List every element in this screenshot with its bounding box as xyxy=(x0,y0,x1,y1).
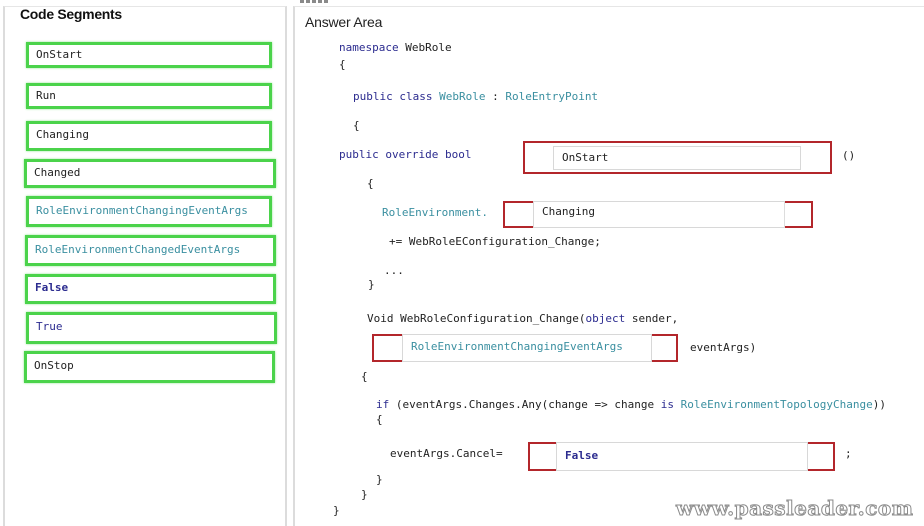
code-brace: { xyxy=(367,177,374,190)
code-ellipsis: ... xyxy=(384,264,404,277)
base-class-name: RoleEntryPoint xyxy=(505,90,599,103)
keyword-is: is xyxy=(660,398,675,411)
code-brace: } xyxy=(361,488,368,501)
code-line-method-signature: Void WebRoleConfiguration_Change(object … xyxy=(367,312,678,326)
keyword-public-override-bool: public override bool xyxy=(339,148,472,161)
param-sender: sender, xyxy=(625,312,679,325)
answer-area-title: Answer Area xyxy=(305,14,383,30)
segment-role-environment-changing-event-args[interactable]: RoleEnvironmentChangingEventArgs xyxy=(26,196,272,227)
code-line-class: public class WebRole : RoleEntryPoint xyxy=(353,90,598,104)
keyword-public-class: public class xyxy=(353,90,433,103)
drop-target-value[interactable]: OnStart xyxy=(553,146,801,170)
code-event-args-param: eventArgs) xyxy=(690,341,757,354)
class-name: WebRole xyxy=(439,90,486,103)
colon: : xyxy=(485,90,506,103)
code-role-environment: RoleEnvironment. xyxy=(382,206,488,219)
code-line-event-handler: += WebRoleEConfiguration_Change; xyxy=(389,235,601,248)
keyword-if: if xyxy=(376,398,390,411)
drop-target-event-name[interactable]: Changing xyxy=(503,201,813,228)
segment-changed[interactable]: Changed xyxy=(24,159,276,188)
code-segments-title: Code Segments xyxy=(20,6,122,22)
drop-target-right-bracket xyxy=(805,442,835,471)
type-topology-change: RoleEnvironmentTopologyChange xyxy=(680,398,873,411)
segment-role-environment-changed-event-args[interactable]: RoleEnvironmentChangedEventArgs xyxy=(25,235,276,266)
drop-target-cancel-value[interactable]: False xyxy=(528,442,835,471)
drop-target-left-bracket xyxy=(528,442,558,471)
code-line-namespace: namespace WebRole xyxy=(339,41,452,55)
segment-onstop[interactable]: OnStop xyxy=(24,351,275,383)
segment-changing[interactable]: Changing xyxy=(26,121,272,151)
keyword-namespace: namespace xyxy=(339,41,399,54)
watermark: www.passleader.com xyxy=(675,496,914,521)
code-brace: } xyxy=(333,504,340,517)
drop-target-left-bracket xyxy=(372,334,404,362)
code-brace: } xyxy=(376,473,383,486)
code-brace: { xyxy=(339,58,346,71)
segment-false[interactable]: False xyxy=(25,274,276,304)
code-line-if: if (eventArgs.Changes.Any(change => chan… xyxy=(376,398,886,412)
segment-run[interactable]: Run xyxy=(26,83,272,109)
code-parens: () xyxy=(842,149,856,162)
segment-true[interactable]: True xyxy=(26,312,277,344)
drop-target-args-type[interactable]: RoleEnvironmentChangingEventArgs xyxy=(372,334,678,362)
if-condition: (eventArgs.Changes.Any(change => change xyxy=(389,398,661,411)
code-semicolon: ; xyxy=(845,447,852,460)
keyword-object: object xyxy=(585,312,626,325)
method-signature-start: Void WebRoleConfiguration_Change( xyxy=(367,312,586,325)
namespace-name: WebRole xyxy=(398,41,452,54)
panel-resize-grip[interactable] xyxy=(300,0,330,4)
segment-onstart[interactable]: OnStart xyxy=(26,42,272,68)
code-brace: { xyxy=(361,370,368,383)
code-brace: } xyxy=(368,278,375,291)
drop-target-left-bracket xyxy=(503,201,535,228)
drop-target-value[interactable]: RoleEnvironmentChangingEventArgs xyxy=(402,334,652,362)
if-close: )) xyxy=(872,398,886,411)
code-brace: { xyxy=(376,413,383,426)
drop-target-value[interactable]: Changing xyxy=(533,201,785,228)
drop-target-right-bracket xyxy=(781,201,813,228)
drop-target-method-name[interactable]: OnStart xyxy=(523,141,832,174)
drop-target-value[interactable]: False xyxy=(556,442,808,471)
code-line-cancel: eventArgs.Cancel= xyxy=(390,447,503,460)
code-line-override: public override bool xyxy=(339,148,471,162)
code-brace: { xyxy=(353,119,360,132)
